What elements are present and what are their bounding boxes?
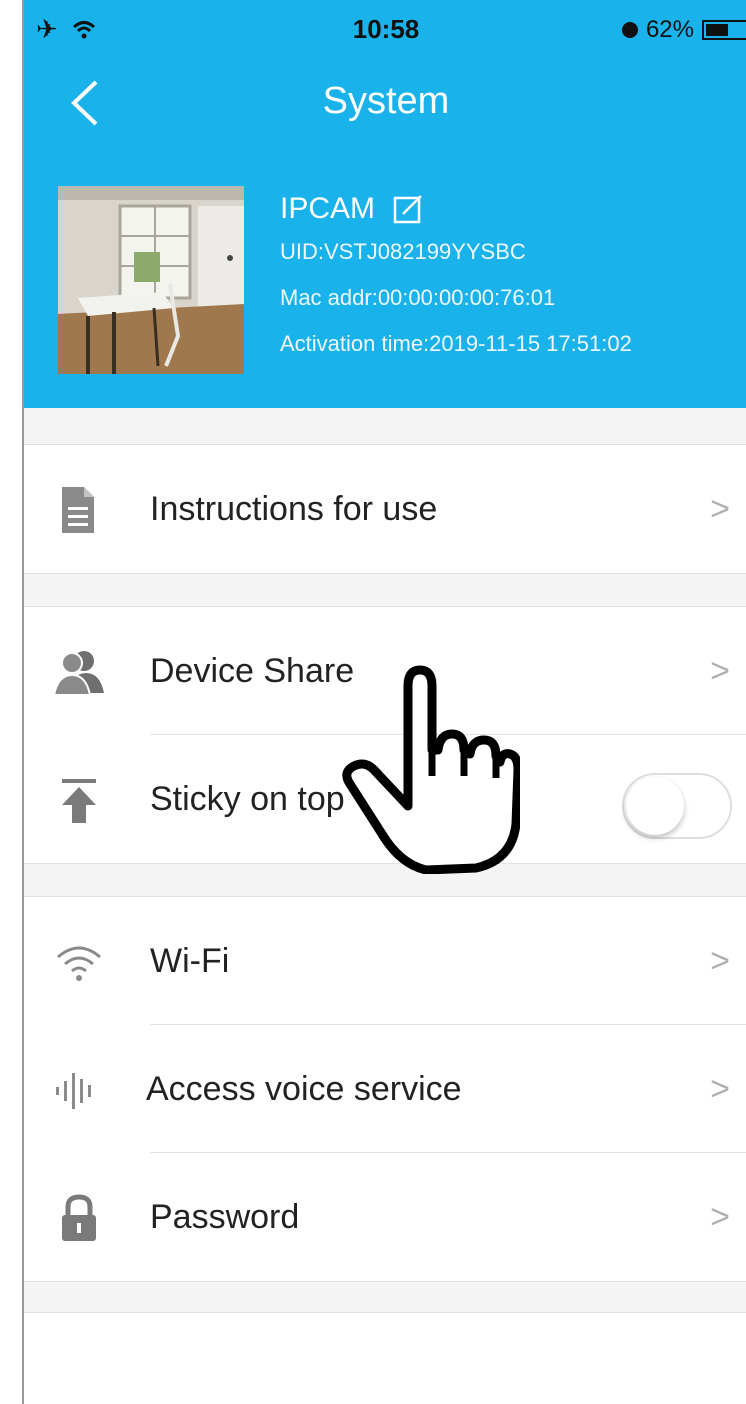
pointing-hand-icon (342, 665, 520, 874)
settings-list: Instructions for use > Device Share > St… (24, 408, 746, 1404)
lock-icon (62, 1194, 96, 1241)
users-icon (54, 651, 104, 696)
header: ✈ 10:58 62% System IPCAM UID:VSTJ082199Y… (24, 0, 746, 408)
battery-percent: 62% (645, 16, 694, 43)
device-name: IPCAM (280, 192, 376, 225)
voice-wave-icon (56, 1073, 91, 1109)
status-bar: ✈ 10:58 62% (24, 0, 746, 64)
device-thumbnail (58, 186, 244, 374)
device-activation-time: Activation time:2019-11-15 17:51:02 (280, 331, 632, 356)
menu-item-instructions[interactable]: Instructions for use > (24, 445, 746, 573)
chevron-right-icon: > (710, 490, 730, 528)
menu-item-label: Instructions for use (150, 490, 438, 528)
document-icon (62, 487, 94, 533)
group-instructions: Instructions for use > (24, 444, 746, 574)
chevron-right-icon: > (710, 652, 730, 690)
device-uid: UID:VSTJ082199YYSBC (280, 239, 526, 264)
menu-item-voice-service[interactable]: Access voice service > (24, 1025, 746, 1153)
device-info: IPCAM UID:VSTJ082199YYSBC Mac addr:00:00… (280, 192, 632, 374)
toggle-knob (626, 777, 684, 835)
group-network: Wi-Fi > Access voice service > Password … (24, 896, 746, 1282)
alarm-icon (621, 22, 638, 38)
menu-item-label: Sticky on top (150, 780, 345, 818)
pin-top-icon (62, 779, 96, 823)
menu-item-wifi[interactable]: Wi-Fi > (24, 897, 746, 1025)
chevron-right-icon: > (710, 942, 730, 980)
edit-icon[interactable] (393, 194, 423, 224)
chevron-right-icon: > (710, 1198, 730, 1236)
menu-item-label: Password (150, 1198, 300, 1236)
menu-item-label: Device Share (150, 652, 355, 690)
wifi-icon (57, 946, 101, 981)
menu-item-label: Access voice service (146, 1070, 462, 1108)
menu-item-label: Wi-Fi (150, 942, 230, 980)
chevron-right-icon: > (710, 1070, 730, 1108)
sticky-on-top-toggle[interactable] (622, 773, 732, 839)
menu-item-password[interactable]: Password > (24, 1153, 746, 1281)
footer-area (24, 1312, 746, 1404)
device-mac: Mac addr:00:00:00:00:76:01 (280, 285, 556, 310)
battery-icon (702, 20, 746, 40)
page-title: System (322, 80, 450, 122)
